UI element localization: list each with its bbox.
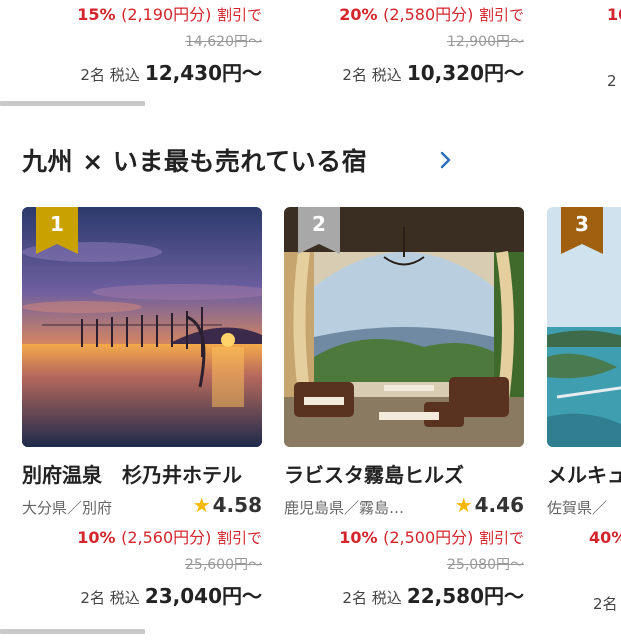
hotel-meta: 大分県／別府 ★ 4.58 bbox=[22, 493, 262, 519]
rating-value: 4.46 bbox=[474, 493, 524, 517]
discount-line: 15% (2,190円分) 割引で bbox=[22, 4, 262, 26]
carousel-scrollbar[interactable] bbox=[0, 629, 145, 634]
discount-line: 10% (2,560円分) 割引で bbox=[22, 527, 262, 549]
final-price-line: 2名 税込 10,320円〜 bbox=[284, 60, 524, 88]
final-price-line: 2名 税込 12,430円〜 bbox=[22, 60, 262, 88]
rank-badge: 3 bbox=[561, 207, 603, 254]
carousel-scrollbar[interactable] bbox=[0, 101, 145, 106]
price-block-partial: 10 2 bbox=[607, 4, 621, 94]
hotel-area: 鹿児島県／霧島… bbox=[284, 499, 405, 517]
discount-label: 割引で bbox=[478, 529, 524, 547]
hotel-area: 佐賀県／ bbox=[547, 499, 608, 517]
discount-label: 割引で bbox=[478, 6, 524, 24]
pax-label: 2 bbox=[607, 72, 617, 90]
discount-percent: 10 bbox=[607, 5, 621, 24]
hotel-meta: 佐賀県／ bbox=[547, 495, 621, 519]
discount-label: 割引で bbox=[216, 529, 262, 547]
discount-amount: (2,560円分) bbox=[121, 528, 212, 547]
final-price-line: 2名 税込 23,040円〜 bbox=[22, 583, 262, 611]
previous-section-strip: 15% (2,190円分) 割引で 14,620円〜 2名 税込 12,430円… bbox=[0, 0, 621, 110]
rating: ★ 4.58 bbox=[193, 493, 262, 517]
final-price: 22,580円〜 bbox=[406, 584, 524, 608]
discount-line: 20% (2,580円分) 割引で bbox=[284, 4, 524, 26]
pax-label: 2名 税込 bbox=[80, 589, 140, 607]
section-title[interactable]: 九州 × いま最も売れている宿 bbox=[22, 142, 367, 178]
pax-label: 2名 税込 bbox=[342, 589, 402, 607]
hotel-area: 大分県／別府 bbox=[22, 499, 113, 517]
star-icon: ★ bbox=[192, 493, 211, 517]
pax-label: 2名 税込 bbox=[342, 66, 402, 84]
final-price: 23,040円〜 bbox=[144, 584, 262, 608]
discount-percent: 15% bbox=[77, 5, 116, 24]
discount-amount: (2,500円分) bbox=[383, 528, 474, 547]
rating: ★ 4.46 bbox=[455, 493, 524, 517]
chevron-right-icon[interactable] bbox=[436, 150, 456, 170]
discount-percent: 20% bbox=[339, 5, 378, 24]
hotel-name[interactable]: メルキュ bbox=[547, 461, 621, 489]
hotel-image[interactable]: 3 bbox=[547, 207, 621, 447]
price-block: 15% (2,190円分) 割引で 14,620円〜 2名 税込 12,430円… bbox=[22, 4, 262, 88]
price-block: 20% (2,580円分) 割引で 12,900円〜 2名 税込 10,320円… bbox=[284, 4, 524, 88]
final-price-line: 2名 税込 22,580円〜 bbox=[284, 583, 524, 611]
final-price: 12,430円〜 bbox=[144, 61, 262, 85]
final-price-line: 2名 bbox=[547, 591, 621, 617]
rating-value: 4.58 bbox=[212, 493, 262, 517]
original-price: 25,080円〜 bbox=[447, 557, 524, 573]
hotel-image[interactable]: 1 bbox=[22, 207, 262, 447]
discount-amount: (2,190円分) bbox=[121, 5, 212, 24]
original-price: 25,600円〜 bbox=[185, 557, 262, 573]
pax-label: 2名 bbox=[593, 595, 618, 613]
star-icon: ★ bbox=[454, 493, 473, 517]
rank-badge: 1 bbox=[36, 207, 78, 254]
discount-line: 10% (2,500円分) 割引で bbox=[284, 527, 524, 549]
discount-amount: (2,580円分) bbox=[383, 5, 474, 24]
rank-number: 3 bbox=[575, 212, 589, 236]
pax-label: 2名 税込 bbox=[80, 66, 140, 84]
rank-number: 1 bbox=[50, 212, 64, 236]
hotel-name[interactable]: 別府温泉 杉乃井ホテル bbox=[22, 461, 262, 489]
rank-number: 2 bbox=[312, 212, 326, 236]
discount-percent: 10% bbox=[339, 528, 378, 547]
original-price: 12,900円〜 bbox=[447, 34, 524, 50]
hotel-image[interactable]: 2 bbox=[284, 207, 524, 447]
final-price: 10,320円〜 bbox=[406, 61, 524, 85]
discount-percent: 10% bbox=[77, 528, 116, 547]
original-price: 14,620円〜 bbox=[185, 34, 262, 50]
hotel-name[interactable]: ラビスタ霧島ヒルズ bbox=[284, 461, 524, 489]
hotel-meta: 鹿児島県／霧島… ★ 4.46 bbox=[284, 493, 524, 519]
final-price-line: 2 bbox=[607, 68, 621, 94]
discount-percent: 40% bbox=[589, 528, 621, 547]
hotel-card[interactable]: 2 ラビスタ霧島ヒルズ 鹿児島県／霧島… ★ 4.46 10% (2,500円分)… bbox=[284, 207, 524, 611]
hotel-card[interactable]: 1 別府温泉 杉乃井ホテル 大分県／別府 ★ 4.58 10% (2,560円分)… bbox=[22, 207, 262, 611]
discount-label: 割引で bbox=[216, 6, 262, 24]
hotel-card[interactable]: 3 メルキュ 佐賀県／ 40% 2名 bbox=[547, 207, 621, 617]
rank-badge: 2 bbox=[298, 207, 340, 254]
